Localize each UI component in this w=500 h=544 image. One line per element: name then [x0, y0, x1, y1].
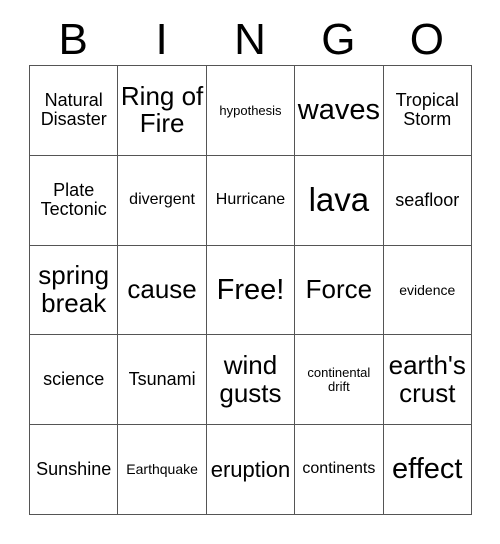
bingo-grid: Natural Disaster Ring of Fire hypothesis… [28, 65, 472, 515]
bingo-cell[interactable]: earth's crust [382, 334, 472, 426]
bingo-cell[interactable]: divergent [117, 154, 207, 246]
bingo-cell[interactable]: Plate Tectonic [28, 154, 119, 246]
bingo-cell[interactable]: wind gusts [205, 334, 296, 426]
bingo-cell[interactable]: seafloor [382, 154, 472, 246]
bingo-row: Natural Disaster Ring of Fire hypothesis… [28, 65, 472, 156]
bingo-header-letter-o: O [409, 14, 444, 64]
bingo-row: Plate Tectonic divergent Hurricane lava … [28, 154, 472, 246]
bingo-cell[interactable]: continental drift [294, 334, 384, 426]
bingo-cell[interactable]: hypothesis [205, 65, 296, 156]
bingo-cell[interactable]: Ring of Fire [117, 65, 207, 156]
bingo-cell[interactable]: cause [117, 244, 207, 336]
bingo-cell[interactable]: Natural Disaster [28, 65, 119, 156]
bingo-cell[interactable]: lava [294, 154, 384, 246]
bingo-card: B I N G O Natural Disaster Ring of Fire … [0, 0, 500, 544]
bingo-header-letter-b: B [58, 14, 88, 64]
bingo-cell[interactable]: Tsunami [117, 334, 207, 426]
bingo-row: Sunshine Earthquake eruption continents … [28, 424, 472, 515]
bingo-header-letter-n: N [234, 14, 266, 64]
bingo-cell[interactable]: Earthquake [117, 424, 207, 515]
bingo-cell[interactable]: science [28, 334, 119, 426]
bingo-cell[interactable]: Hurricane [205, 154, 296, 246]
bingo-row: spring break cause Free! Force evidence [28, 244, 472, 336]
bingo-cell[interactable]: Force [294, 244, 384, 336]
bingo-free-space[interactable]: Free! [205, 244, 296, 336]
bingo-row: science Tsunami wind gusts continental d… [28, 334, 472, 426]
bingo-cell[interactable]: eruption [205, 424, 296, 515]
bingo-header-letter-g: G [321, 14, 356, 64]
bingo-header-letter-i: I [155, 14, 168, 64]
bingo-cell[interactable]: spring break [28, 244, 119, 336]
bingo-cell[interactable]: waves [294, 65, 384, 156]
bingo-cell[interactable]: evidence [382, 244, 472, 336]
bingo-header-row: B I N G O [29, 14, 471, 65]
bingo-cell[interactable]: effect [382, 424, 472, 515]
bingo-cell[interactable]: Tropical Storm [382, 65, 472, 156]
bingo-cell[interactable]: continents [294, 424, 384, 515]
bingo-cell[interactable]: Sunshine [28, 424, 119, 515]
